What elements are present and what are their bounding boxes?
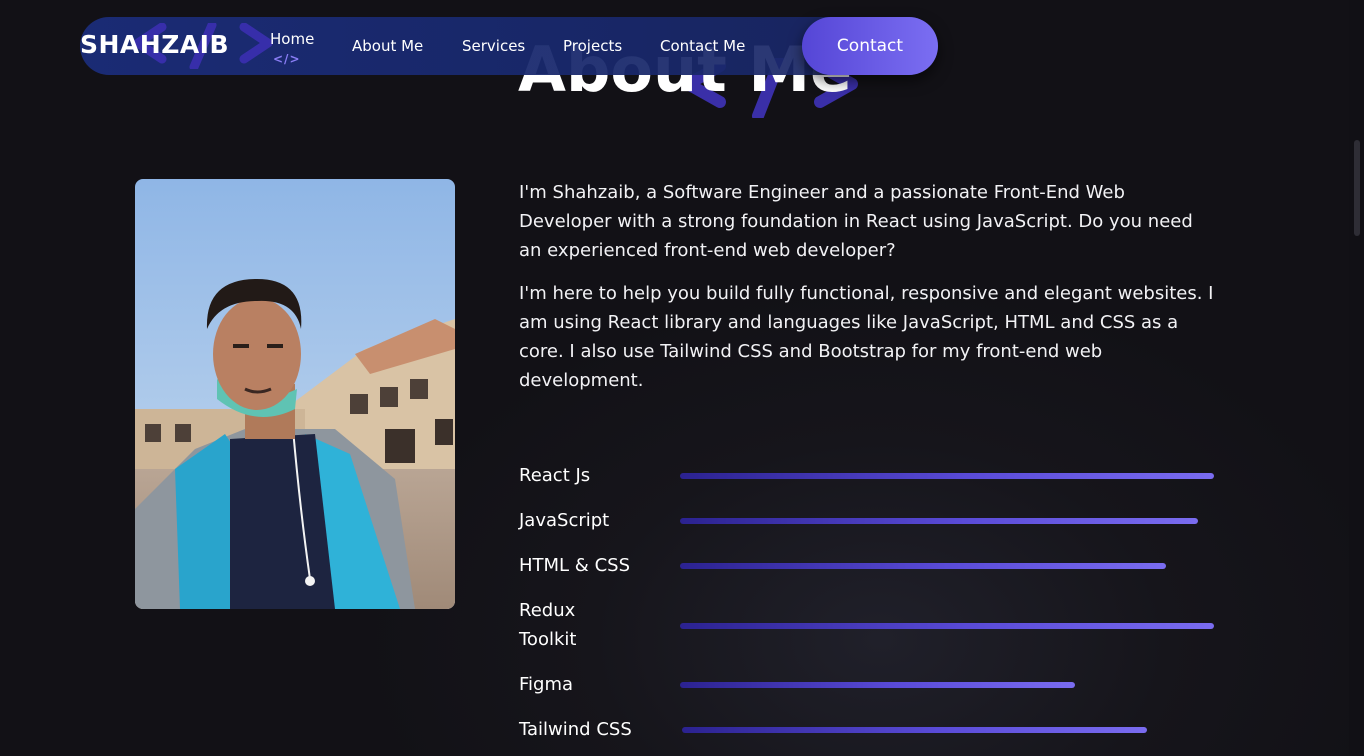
skill-label: Tailwind CSS	[519, 719, 632, 740]
scrollbar[interactable]	[1349, 0, 1364, 756]
skill-label: Redux Toolkit	[519, 600, 577, 650]
skill-label: JavaScript	[519, 510, 610, 531]
skill-progress-bar	[680, 623, 1214, 629]
skill-progress-fill	[682, 727, 1147, 733]
skill-progress-bar	[680, 682, 1214, 688]
skill-progress-fill	[680, 623, 1214, 629]
about-text: I'm Shahzaib, a Software Engineer and a …	[519, 178, 1219, 409]
skill-progress-fill	[680, 682, 1076, 688]
profile-photo-illustration	[135, 179, 455, 609]
brand-logo[interactable]: SHAHZAIB	[80, 30, 229, 59]
about-paragraph-2: I'm here to help you build fully functio…	[519, 283, 1214, 391]
nav-home[interactable]: Home	[270, 30, 314, 48]
about-paragraph-1: I'm Shahzaib, a Software Engineer and a …	[519, 182, 1193, 261]
active-indicator-icon: </>	[273, 52, 301, 66]
nav-projects[interactable]: Projects	[563, 37, 622, 55]
skill-progress-fill	[680, 473, 1214, 479]
nav-contact-me[interactable]: Contact Me	[660, 37, 745, 55]
nav-services[interactable]: Services	[462, 37, 525, 55]
skill-progress-fill	[680, 518, 1198, 524]
skill-progress-fill	[680, 563, 1166, 569]
skill-progress-bar	[680, 473, 1214, 479]
contact-button[interactable]: Contact	[802, 17, 938, 75]
navbar: SHAHZAIB Home </> About Me Services Proj…	[80, 17, 938, 75]
skill-label: React Js	[519, 465, 591, 486]
nav-about-me[interactable]: About Me	[352, 37, 423, 55]
skill-label: Figma	[519, 674, 574, 695]
page: About Me SHAHZAIB Home </> About Me Serv…	[0, 0, 1364, 756]
skill-progress-bar	[680, 563, 1214, 569]
skill-label: HTML & CSS	[519, 555, 630, 576]
scrollbar-thumb[interactable]	[1354, 140, 1360, 236]
skill-progress-bar	[680, 518, 1214, 524]
profile-photo	[135, 179, 455, 609]
skill-progress-bar	[682, 727, 1216, 733]
